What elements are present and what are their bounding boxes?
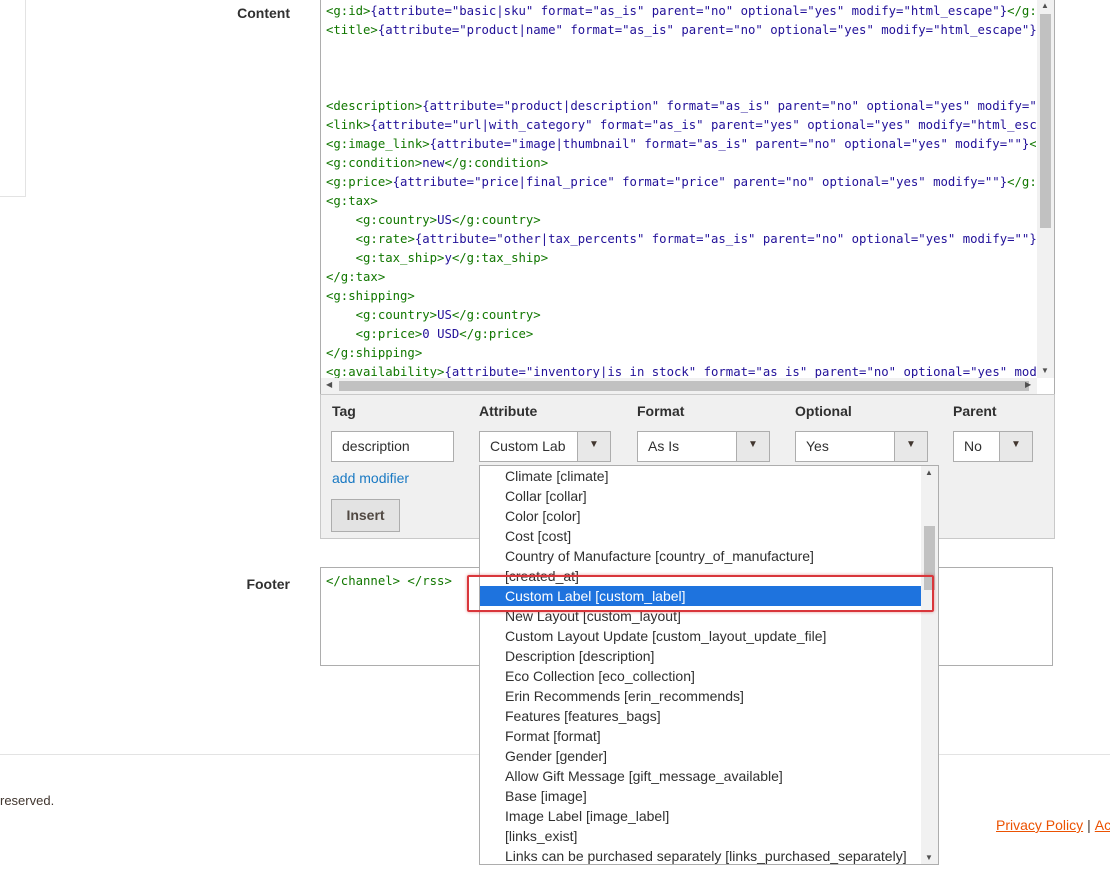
dropdown-option[interactable]: Color [color] <box>480 506 922 526</box>
scroll-right-arrow-icon[interactable]: ▶ <box>1025 380 1031 389</box>
code-line: </g:shipping> <box>326 346 423 360</box>
code-line: <g:shipping> <box>326 289 415 303</box>
dropdown-option[interactable]: Gender [gender] <box>480 746 922 766</box>
dropdown-option[interactable]: Cost [cost] <box>480 526 922 546</box>
code-line: <g:country>US</g:country> <box>355 308 541 322</box>
chevron-down-icon: ▼ <box>1011 439 1021 450</box>
scroll-left-arrow-icon[interactable]: ◀ <box>326 380 332 389</box>
insert-button[interactable]: Insert <box>331 499 400 532</box>
dropdown-option[interactable]: Collar [collar] <box>480 486 922 506</box>
tag-header: Tag <box>332 403 356 419</box>
optional-header: Optional <box>795 403 852 419</box>
code-line: <g:image_link>{attribute="image|thumbnai… <box>326 137 1036 151</box>
attribute-select-value: Custom Lab <box>490 438 566 454</box>
code-line: <title>{attribute="product|name" format=… <box>326 23 1036 37</box>
optional-select-value: Yes <box>806 438 829 454</box>
dropdown-option[interactable]: Eco Collection [eco_collection] <box>480 666 922 686</box>
code-line: <g:availability>{attribute="inventory|is… <box>326 365 1036 378</box>
code-line: <link>{attribute="url|with_category" for… <box>326 118 1036 132</box>
dropdown-option[interactable]: [links_exist] <box>480 826 922 846</box>
code-line: <g:condition>new</g:condition> <box>326 156 549 170</box>
chevron-down-icon: ▼ <box>589 439 599 450</box>
footer-label: Footer <box>246 576 290 592</box>
code-line: <g:rate>{attribute="other|tax_percents" … <box>355 232 1036 246</box>
attribute-select[interactable]: Custom Lab ▼ <box>479 431 611 462</box>
account-activity-link[interactable]: Ac <box>1095 817 1110 833</box>
code-line: <g:price>{attribute="price|final_price" … <box>326 175 1036 189</box>
code-line: <g:id>{attribute="basic|sku" format="as_… <box>326 4 1036 18</box>
optional-select[interactable]: Yes ▼ <box>795 431 928 462</box>
dropdown-option[interactable]: Description [description] <box>480 646 922 666</box>
parent-header: Parent <box>953 403 997 419</box>
content-label: Content <box>237 5 290 21</box>
attribute-header: Attribute <box>479 403 538 419</box>
dropdown-option[interactable]: Base [image] <box>480 786 922 806</box>
scroll-up-arrow-icon[interactable]: ▲ <box>1041 1 1049 10</box>
selection-highlight-box <box>467 575 934 612</box>
chevron-down-icon: ▼ <box>748 439 758 450</box>
dropdown-option[interactable]: Features [features_bags] <box>480 706 922 726</box>
scroll-up-arrow-icon[interactable]: ▲ <box>925 468 933 477</box>
editor-horizontal-scrollbar[interactable]: ◀ ▶ <box>321 378 1037 394</box>
format-select[interactable]: As Is ▼ <box>637 431 770 462</box>
code-line: <g:price>0 USD</g:price> <box>355 327 534 341</box>
add-modifier-link[interactable]: add modifier <box>332 470 409 486</box>
footer-links: Privacy Policy | Ac <box>996 817 1110 833</box>
editor-horizontal-scroll-thumb[interactable] <box>339 381 1029 391</box>
parent-select[interactable]: No ▼ <box>953 431 1033 462</box>
editor-vertical-scroll-thumb[interactable] <box>1040 14 1051 228</box>
editor-vertical-scrollbar[interactable]: ▲ ▼ <box>1037 0 1054 378</box>
chevron-down-icon: ▼ <box>906 439 916 450</box>
code-line: <g:tax_ship>y</g:tax_ship> <box>355 251 549 265</box>
format-select-value: As Is <box>648 438 680 454</box>
dropdown-option[interactable]: Format [format] <box>480 726 922 746</box>
code-line: <g:tax> <box>326 194 378 208</box>
attribute-select-button[interactable]: ▼ <box>577 432 610 461</box>
copyright-text: reserved. <box>0 793 55 808</box>
dropdown-scrollbar[interactable]: ▲ ▼ <box>921 466 938 864</box>
code-area[interactable]: <g:id>{attribute="basic|sku" format="as_… <box>326 2 1036 378</box>
dropdown-option[interactable]: Custom Layout Update [custom_layout_upda… <box>480 626 922 646</box>
scroll-down-arrow-icon[interactable]: ▼ <box>1041 366 1049 375</box>
parent-select-value: No <box>964 438 982 454</box>
optional-select-button[interactable]: ▼ <box>894 432 927 461</box>
code-line: </g:tax> <box>326 270 386 284</box>
footer-link-separator: | <box>1087 817 1091 833</box>
parent-select-button[interactable]: ▼ <box>999 432 1032 461</box>
tag-input[interactable]: description <box>331 431 454 462</box>
format-header: Format <box>637 403 685 419</box>
dropdown-option[interactable]: Links can be purchased separately [links… <box>480 846 922 864</box>
dropdown-option[interactable]: Allow Gift Message [gift_message_availab… <box>480 766 922 786</box>
footer-code-text: </channel> </rss> <box>326 574 452 588</box>
dropdown-option[interactable]: Climate [climate] <box>480 466 922 486</box>
code-line: <g:country>US</g:country> <box>355 213 541 227</box>
dropdown-option[interactable]: Erin Recommends [erin_recommends] <box>480 686 922 706</box>
dropdown-option[interactable]: Country of Manufacture [country_of_manuf… <box>480 546 922 566</box>
content-code-editor[interactable]: <g:id>{attribute="basic|sku" format="as_… <box>320 0 1055 395</box>
dropdown-option[interactable]: Image Label [image_label] <box>480 806 922 826</box>
privacy-policy-link[interactable]: Privacy Policy <box>996 817 1083 833</box>
format-select-button[interactable]: ▼ <box>736 432 769 461</box>
attribute-dropdown-list[interactable]: Climate [climate] Collar [collar] Color [c… <box>479 465 939 865</box>
left-side-panel <box>0 0 26 197</box>
scroll-down-arrow-icon[interactable]: ▼ <box>925 853 933 862</box>
code-line: <description>{attribute="product|descrip… <box>326 99 1036 113</box>
